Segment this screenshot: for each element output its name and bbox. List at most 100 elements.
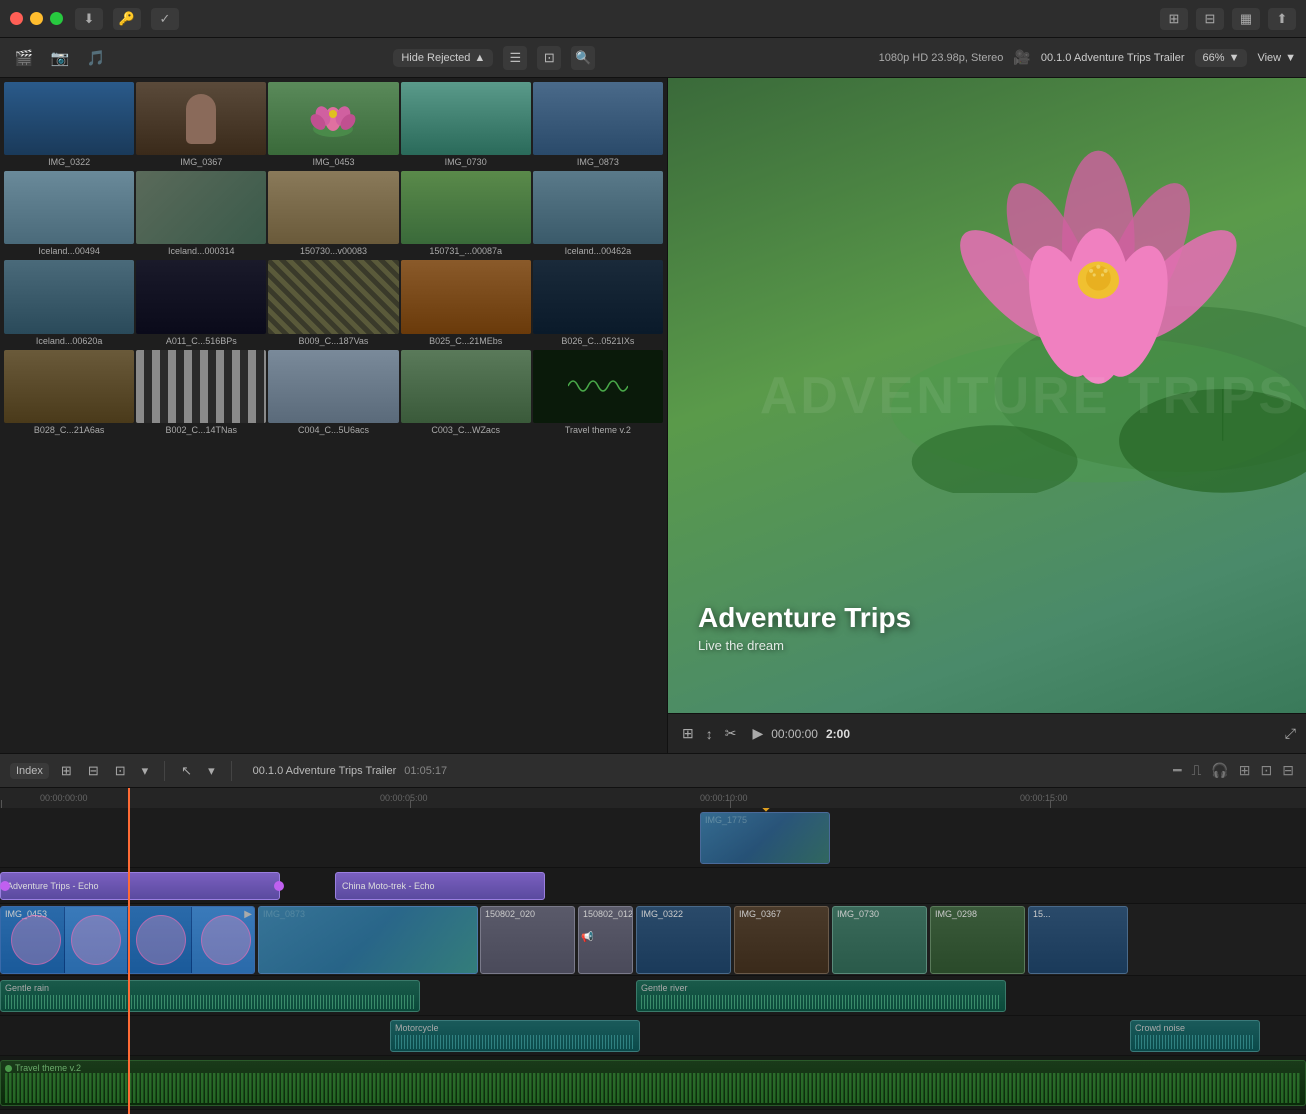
timeline-waveform-icon[interactable]: ⎍ [1190,760,1204,781]
clip-label-crowd: Crowd noise [1135,1023,1185,1033]
track-clip-150802012[interactable]: 150802_012 📢 [578,906,633,974]
fullscreen-button[interactable]: ⤢ [1285,725,1296,742]
list-item[interactable]: Travel theme v.2 [533,350,663,437]
list-item[interactable]: C003_C...WZacs [401,350,531,437]
transform-button[interactable]: ↕ [702,724,717,744]
track-clip[interactable]: IMG_1775 [700,812,830,864]
timeline-clip-icon[interactable]: ⊞ [57,761,76,781]
clip-label-img0298-tl: IMG_0298 [931,907,981,921]
timeline-mute-icon[interactable]: ⊞ [1237,760,1253,781]
clip-thumbnail [401,350,531,423]
list-item[interactable]: IMG_0322 [4,82,134,169]
list-item[interactable]: 150731_...00087a [401,171,531,258]
check-icon[interactable]: ✓ [151,8,179,30]
list-item[interactable]: Iceland...00620a [4,260,134,347]
list-item[interactable]: Iceland...000314 [136,171,266,258]
index-button[interactable]: Index [10,763,49,779]
track-clip-img0730[interactable]: IMG_0730 [832,906,927,974]
track-clip-img0873[interactable]: IMG_0873 [258,906,478,974]
clip-label-adventure: Adventure Trips - Echo [1,879,105,893]
hide-rejected-button[interactable]: Hide Rejected ▲ [393,49,493,67]
clip-appearance-icon[interactable]: ⊡ [537,46,561,70]
track-clip-img0367[interactable]: IMG_0367 [734,906,829,974]
timeline-solo-icon[interactable]: ⊡ [1259,760,1275,781]
clip-thumbnail [136,260,266,333]
track-clip-adventure[interactable]: Adventure Trips - Echo [0,872,280,900]
track-clip-img0298[interactable]: IMG_0298 [930,906,1025,974]
track-clip-150802020[interactable]: 150802_020 [480,906,575,974]
toolbar-left: 🎬 📷 🎵 [10,44,110,72]
list-item[interactable]: A011_C...516BPs [136,260,266,347]
clip-label: IMG_0322 [4,155,134,169]
list-item[interactable]: B028_C...21A6as [4,350,134,437]
ruler-mark-3: 00:00:15:00 [1020,793,1068,803]
track-clip-gentle-river[interactable]: Gentle river [636,980,1006,1012]
toolbar-center: Hide Rejected ▲ ☰ ⊡ 🔍 [118,46,871,70]
track-clip-more[interactable]: 15... [1028,906,1128,974]
photos-icon[interactable]: 📷 [46,44,74,72]
select-tool-icon[interactable]: ↖ [177,761,196,781]
list-item[interactable]: IMG_0873 [533,82,663,169]
track-clip-travel-theme[interactable]: Travel theme v.2 [0,1060,1306,1106]
play-button[interactable]: ▶ [748,723,767,744]
list-item[interactable]: B002_C...14TNas [136,350,266,437]
track-clip-motorcycle[interactable]: Motorcycle [390,1020,640,1052]
lotus-mini-3 [136,915,186,965]
clip-label-img0730-tl: IMG_0730 [833,907,883,921]
clip-thumbnail [4,82,134,155]
panel-icon[interactable]: ▦ [1232,8,1260,30]
timeline-headphones-icon[interactable]: 🎧 [1209,760,1230,781]
list-item[interactable]: B025_C...21MEbs [401,260,531,347]
track-row-video-main: IMG_0453 ▶ IMG_0873 [0,904,1306,976]
minimize-button[interactable] [30,12,43,25]
timeline-dropdown-icon[interactable]: ▾ [138,761,153,781]
audio-icon[interactable]: 🎵 [82,44,110,72]
connect-dot-right [274,881,284,891]
track-clip-img0322[interactable]: IMG_0322 [636,906,731,974]
close-button[interactable] [10,12,23,25]
track-clip-china[interactable]: China Moto-trek - Echo [335,872,545,900]
crop-button[interactable]: ✂ [721,723,741,744]
list-item[interactable]: Iceland...00494 [4,171,134,258]
list-item[interactable]: IMG_0453 [268,82,398,169]
clip-thumbnail [533,82,663,155]
clip-thumbnail [136,350,266,423]
list-item[interactable]: B026_C...0521IXs [533,260,663,347]
list-item[interactable]: B009_C...187Vas [268,260,398,347]
clip-thumbnail [533,260,663,333]
list-item[interactable]: C004_C...5U6acs [268,350,398,437]
tool-dropdown-icon[interactable]: ▾ [204,761,219,781]
ruler-tick-1 [410,800,411,808]
download-icon[interactable]: ⬇ [75,8,103,30]
lotus-mini-4 [201,915,251,965]
clip-label-img0322-tl: IMG_0322 [637,907,687,921]
filter-icon[interactable]: ☰ [503,46,527,70]
maximize-button[interactable] [50,12,63,25]
list-item[interactable]: Iceland...00462a [533,171,663,258]
track-clip-gentle-rain[interactable]: Gentle rain [0,980,420,1012]
lotus-svg [891,78,1306,493]
divider [164,761,165,781]
timeline-skimmer-icon[interactable]: ⊡ [111,761,130,781]
project-name: 00.1.0 Adventure Trips Trailer [1041,52,1185,64]
frame-view-button[interactable]: ⊞ [678,723,698,744]
library-icon[interactable]: 🎬 [10,44,38,72]
list-view-icon[interactable]: ⊟ [1196,8,1224,30]
timeline-clip-connections-icon[interactable]: ⊟ [1280,760,1296,781]
key-icon[interactable]: 🔑 [113,8,141,30]
timeline-audio-icon[interactable]: ⊟ [84,761,103,781]
timeline-zoom-out-icon[interactable]: ━ [1171,760,1183,781]
share-icon[interactable]: ⬆ [1268,8,1296,30]
list-item[interactable]: IMG_0730 [401,82,531,169]
list-item[interactable]: IMG_0367 [136,82,266,169]
titlebar-left-icons: ⬇ 🔑 ✓ [75,8,179,30]
track-clip-img0453[interactable]: IMG_0453 ▶ [0,906,255,974]
view-button[interactable]: View ▼ [1257,52,1296,64]
track-row-motorcycle: Motorcycle Crowd noise [0,1016,1306,1056]
zoom-button[interactable]: 66% ▼ [1195,49,1248,67]
list-item[interactable]: 150730...v00083 [268,171,398,258]
ruler-tick-0 [1,800,2,808]
search-icon[interactable]: 🔍 [571,46,595,70]
grid-view-icon[interactable]: ⊞ [1160,8,1188,30]
track-clip-crowd[interactable]: Crowd noise [1130,1020,1260,1052]
